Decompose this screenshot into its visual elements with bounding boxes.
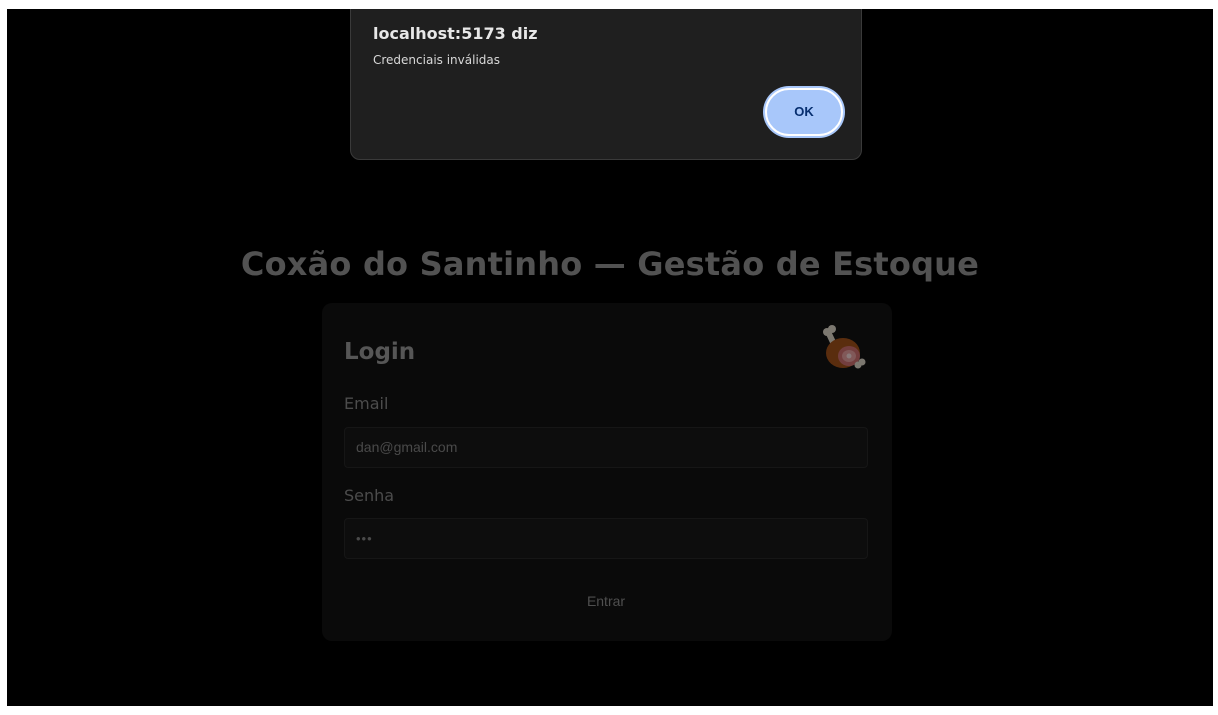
page-title: Coxão do Santinho — Gestão de Estoque (240, 245, 980, 283)
browser-viewport: Coxão do Santinho — Gestão de Estoque Lo… (7, 9, 1213, 706)
email-label: Email (344, 394, 389, 413)
login-card: Login Email dan@gmail.com Senha ••• Entr… (322, 303, 892, 641)
alert-origin: localhost:5173 diz (373, 24, 538, 43)
alert-message: Credenciais inválidas (373, 53, 501, 67)
login-heading: Login (344, 339, 416, 365)
password-label: Senha (344, 486, 395, 505)
alert-ok-button[interactable]: OK (765, 88, 843, 136)
email-field[interactable]: dan@gmail.com (344, 427, 868, 468)
password-field[interactable]: ••• (344, 518, 868, 559)
login-submit-button[interactable]: Entrar (344, 583, 868, 617)
alert-dialog: localhost:5173 diz Credenciais inválidas… (350, 9, 862, 160)
meat-on-bone-icon (823, 325, 866, 369)
